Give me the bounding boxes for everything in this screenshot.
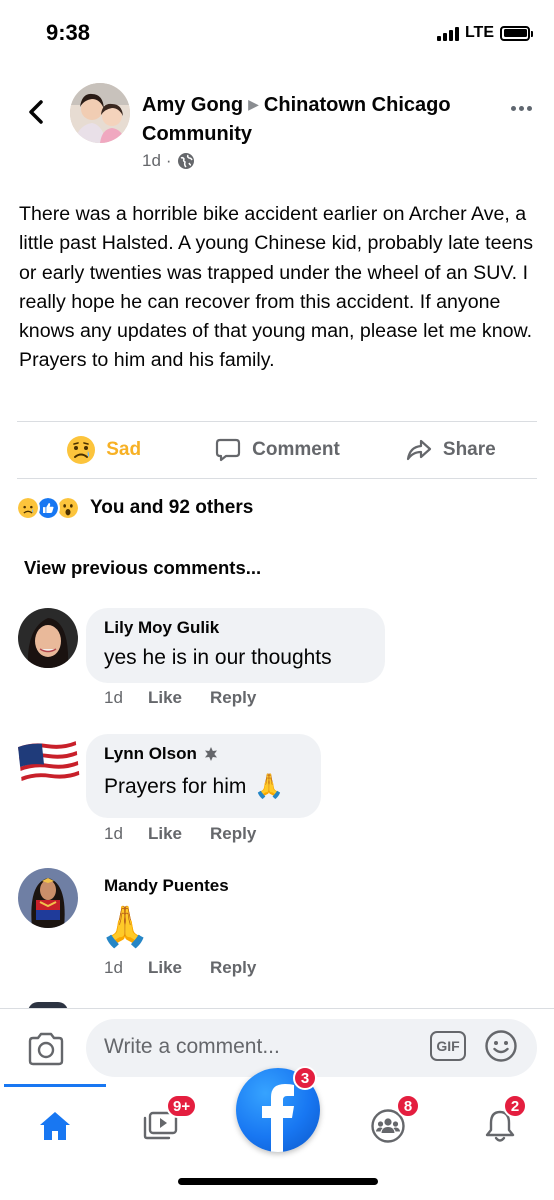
author-photo [70,83,130,143]
comment-icon [216,438,241,462]
view-previous-comments[interactable]: View previous comments... [24,557,261,579]
tab-watch[interactable]: 9+ [130,1094,198,1156]
comment-reply-button[interactable]: Reply [210,688,256,708]
post-meta: 1d · [142,151,195,171]
status-indicators: LTE [436,24,533,42]
post-action-bar: Sad Comment Share [17,421,537,479]
comment-bubble[interactable]: Lynn Olson Prayers for him 🙏 [86,734,321,818]
share-icon [406,439,432,461]
sad-emoji-icon [67,436,96,464]
notifications-badge: 2 [503,1094,527,1118]
back-button[interactable] [22,97,52,127]
status-time: 9:38 [46,20,91,45]
comment-button[interactable]: Comment [190,422,363,478]
comment-text-content: yes he is in our thoughts [104,646,332,669]
commenter-name[interactable]: Lynn Olson [104,744,197,764]
arrow-right-icon: ▶ [248,96,259,112]
post-author-line: Amy Gong ▶ Chinatown Chicago Community [142,90,462,149]
comment-like-button[interactable]: Like [148,688,210,708]
sad-reaction-icon [16,496,40,520]
us-flag-icon [18,741,80,785]
meta-separator: · [165,151,172,170]
gif-button[interactable]: GIF [430,1031,466,1061]
tab-notifications[interactable]: 2 [470,1094,530,1156]
comment-bubble[interactable]: Lily Moy Gulik yes he is in our thoughts [86,608,385,683]
home-icon [40,1112,70,1140]
comment-actions: 1d Like Reply [104,958,256,978]
network-type: LTE [464,24,494,41]
commenter-photo [18,868,78,928]
comment-label: Comment [252,439,340,460]
commenter-name-row: Lynn Olson [104,744,303,764]
sad-reaction-button[interactable]: Sad [17,422,190,478]
post-header: Amy Gong ▶ Chinatown Chicago Community 1d … [0,80,554,180]
author-name[interactable]: Amy Gong [142,94,243,116]
comment-like-button[interactable]: Like [148,958,210,978]
commenter-avatar[interactable] [18,734,80,794]
comment-like-button[interactable]: Like [148,824,210,844]
comment-reply-button[interactable]: Reply [210,958,256,978]
post-time[interactable]: 1d [142,151,161,171]
comment-time[interactable]: 1d [104,688,148,708]
chevron-left-icon [29,100,43,124]
commenter-name[interactable]: Lily Moy Gulik [104,618,367,638]
facebook-badge: 3 [293,1066,317,1090]
watch-badge: 9+ [166,1094,198,1118]
praying-hands-emoji: 🙏 [100,905,150,949]
tab-home[interactable] [25,1096,85,1156]
active-tab-indicator [4,1084,106,1087]
sad-label: Sad [106,439,142,460]
reaction-count: You and 92 others [90,497,254,518]
commenter-photo [18,608,78,668]
commenter-name[interactable]: Mandy Puentes [104,876,229,896]
signal-icon [436,25,459,41]
comment-time[interactable]: 1d [104,824,148,844]
commenter-avatar[interactable] [18,868,78,928]
camera-icon [28,1032,64,1066]
camera-button[interactable] [26,1031,66,1067]
tab-groups[interactable]: 8 [358,1094,420,1156]
comment-reply-button[interactable]: Reply [210,824,256,844]
reaction-icons [16,496,80,520]
share-button[interactable]: Share [364,422,537,478]
praying-hands-emoji: 🙏 [254,773,285,800]
comment-text: yes he is in our thoughts [104,646,367,670]
commenter-avatar[interactable] [18,608,78,668]
home-indicator [178,1178,378,1185]
comment-actions: 1d Like Reply [104,824,256,844]
comment-text-content: Prayers for him [104,774,247,798]
share-label: Share [442,439,496,460]
groups-badge: 8 [396,1094,420,1118]
comment-text: Prayers for him 🙏 [104,772,303,801]
comment-time[interactable]: 1d [104,958,148,978]
reactions-summary[interactable]: You and 92 others [16,496,253,520]
post-body: There was a horrible bike accident earli… [19,203,534,372]
facebook-logo-icon [262,1084,294,1152]
status-bar: 9:38 LTE [0,0,554,70]
more-options-icon[interactable] [511,106,532,111]
battery-icon [500,25,533,41]
comment-input-placeholder: Write a comment... [104,1035,280,1058]
comment-actions: 1d Like Reply [104,688,256,708]
smiley-icon [485,1030,517,1062]
top-fan-badge-icon [204,747,217,761]
globe-icon [177,153,194,169]
author-avatar[interactable] [70,83,130,143]
emoji-button[interactable] [484,1029,518,1063]
